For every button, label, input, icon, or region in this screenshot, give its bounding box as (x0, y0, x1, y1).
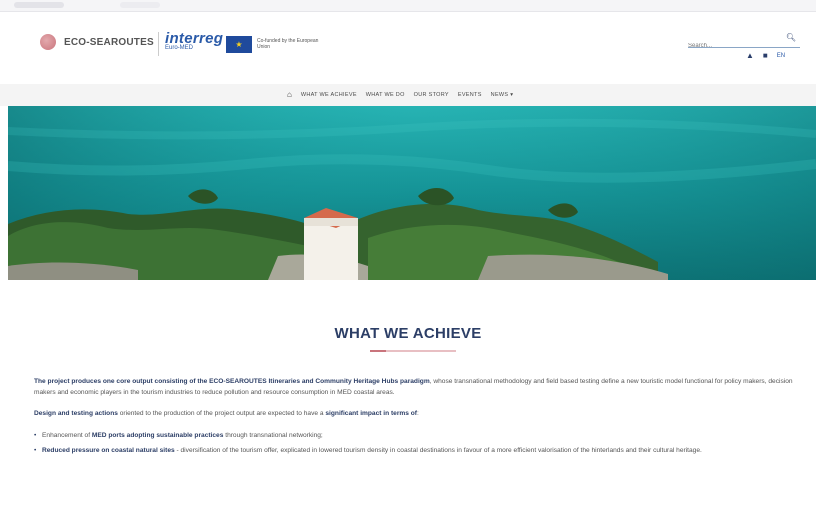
bullet-post: - diversification of the tourism offer, … (174, 447, 702, 454)
intro-paragraph: The project produces one core output con… (34, 377, 794, 398)
design-text: oriented to the production of the projec… (117, 410, 326, 417)
nav-item-what-we-do[interactable]: WHAT WE DO (366, 92, 405, 98)
page-title: WHAT WE ACHIEVE (334, 325, 482, 342)
list-item: Enhancement of MED ports adopting sustai… (34, 431, 794, 442)
home-icon[interactable]: ⌂ (287, 90, 292, 99)
eco-searoutes-logo-icon (40, 34, 56, 50)
design-bold-text: Design and testing actions (34, 410, 118, 417)
eu-flag-icon: ★ (226, 36, 252, 53)
logo-text: ECO-SEAROUTES (64, 36, 154, 48)
design-impact-text: significant impact in terms of (325, 410, 417, 417)
search-icon[interactable]: 🔍︎ (786, 33, 796, 42)
top-strip-element (120, 2, 160, 8)
bullet-post: through transnational networking; (223, 431, 323, 439)
mail-icon[interactable]: ■ (763, 51, 768, 60)
hero-coastline-illustration (8, 106, 816, 280)
eu-cofunded-text: Co-funded by the European Union (257, 38, 319, 50)
nav-item-news[interactable]: NEWS ▾ (491, 92, 514, 98)
title-underline (370, 350, 456, 352)
language-selector[interactable]: EN (777, 53, 785, 59)
user-icon[interactable]: ▲ (746, 51, 754, 60)
top-strip-element (14, 2, 64, 8)
main-content: The project produces one core output con… (34, 377, 794, 462)
bullet-pre: Enhancement of (42, 431, 92, 439)
nav-item-what-we-achieve[interactable]: WHAT WE ACHIEVE (301, 92, 357, 98)
main-navigation: ⌂ WHAT WE ACHIEVE WHAT WE DO OUR STORY E… (0, 84, 816, 106)
hero-image (8, 106, 816, 280)
nav-item-our-story[interactable]: OUR STORY (414, 92, 449, 98)
impact-list: Enhancement of MED ports adopting sustai… (34, 431, 794, 457)
search-box[interactable]: 🔍︎ (688, 33, 800, 52)
browser-top-strip (0, 0, 816, 12)
design-paragraph: Design and testing actions oriented to t… (34, 409, 794, 420)
bullet-bold: Reduced pressure on coastal natural site… (42, 447, 175, 454)
intro-bold-text: The project produces one core output con… (34, 378, 430, 385)
list-item: Reduced pressure on coastal natural site… (34, 446, 794, 457)
eco-searoutes-logo[interactable]: ECO-SEAROUTES (40, 34, 154, 50)
design-colon: : (417, 410, 419, 417)
logo-divider (158, 32, 159, 56)
bullet-bold: MED ports adopting sustainable practices (91, 431, 224, 439)
interreg-logo[interactable]: interreg Euro-MED (165, 30, 223, 51)
header-utilities: ▲ ■ EN (746, 51, 785, 60)
nav-item-events[interactable]: EVENTS (458, 92, 482, 98)
